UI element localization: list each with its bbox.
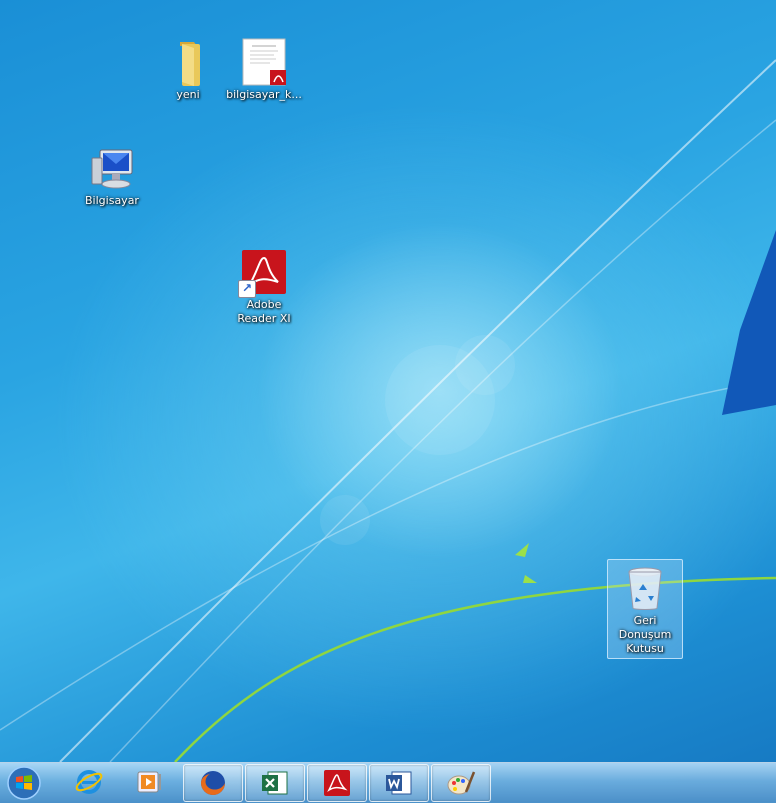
adobe-reader-icon <box>324 770 350 796</box>
pdf-document-icon <box>240 38 288 86</box>
shortcut-arrow-icon: ↗ <box>238 280 256 298</box>
computer-icon <box>88 144 136 192</box>
taskbar-internet-explorer[interactable] <box>60 764 118 800</box>
desktop-icon-bilgisayar-pdf[interactable]: bilgisayar_k... <box>226 38 302 102</box>
desktop-icon-label: Geri Donuşum Kutusu <box>618 614 672 655</box>
desktop-icon-bilgisayar[interactable]: Bilgisayar <box>74 144 150 208</box>
taskbar-excel[interactable] <box>245 764 305 802</box>
desktop-icon-yeni[interactable]: yeni <box>150 38 226 102</box>
recycle-bin-icon <box>621 564 669 612</box>
taskbar-adobe-reader[interactable] <box>307 764 367 802</box>
taskbar-media-player[interactable] <box>120 764 178 800</box>
desktop-icon-recycle-bin[interactable]: Geri Donuşum Kutusu <box>607 559 683 659</box>
desktop-icon-label: Bilgisayar <box>85 194 139 207</box>
excel-icon <box>262 771 288 795</box>
desktop-icon-adobe-reader[interactable]: ↗ Adobe Reader XI <box>226 248 302 326</box>
taskbar-firefox[interactable] <box>183 764 243 802</box>
taskbar-paint[interactable] <box>431 764 491 802</box>
adobe-reader-icon: ↗ <box>238 248 288 298</box>
windows-start-icon <box>7 766 41 800</box>
internet-explorer-icon <box>75 770 103 794</box>
desktop-icon-label: yeni <box>176 88 200 101</box>
firefox-icon <box>201 771 225 795</box>
start-button[interactable] <box>4 764 44 802</box>
taskbar-word[interactable] <box>369 764 429 802</box>
media-player-icon <box>137 771 161 793</box>
desktop-icon-label: Adobe Reader XI <box>237 298 291 325</box>
desktop[interactable]: yeni bilgisayar_k... Bilgisayar ↗ Adobe … <box>0 0 776 762</box>
word-icon <box>386 771 412 795</box>
folder-icon <box>164 38 212 86</box>
desktop-icon-label: bilgisayar_k... <box>226 88 302 101</box>
taskbar <box>0 762 776 803</box>
paint-icon <box>447 771 476 795</box>
